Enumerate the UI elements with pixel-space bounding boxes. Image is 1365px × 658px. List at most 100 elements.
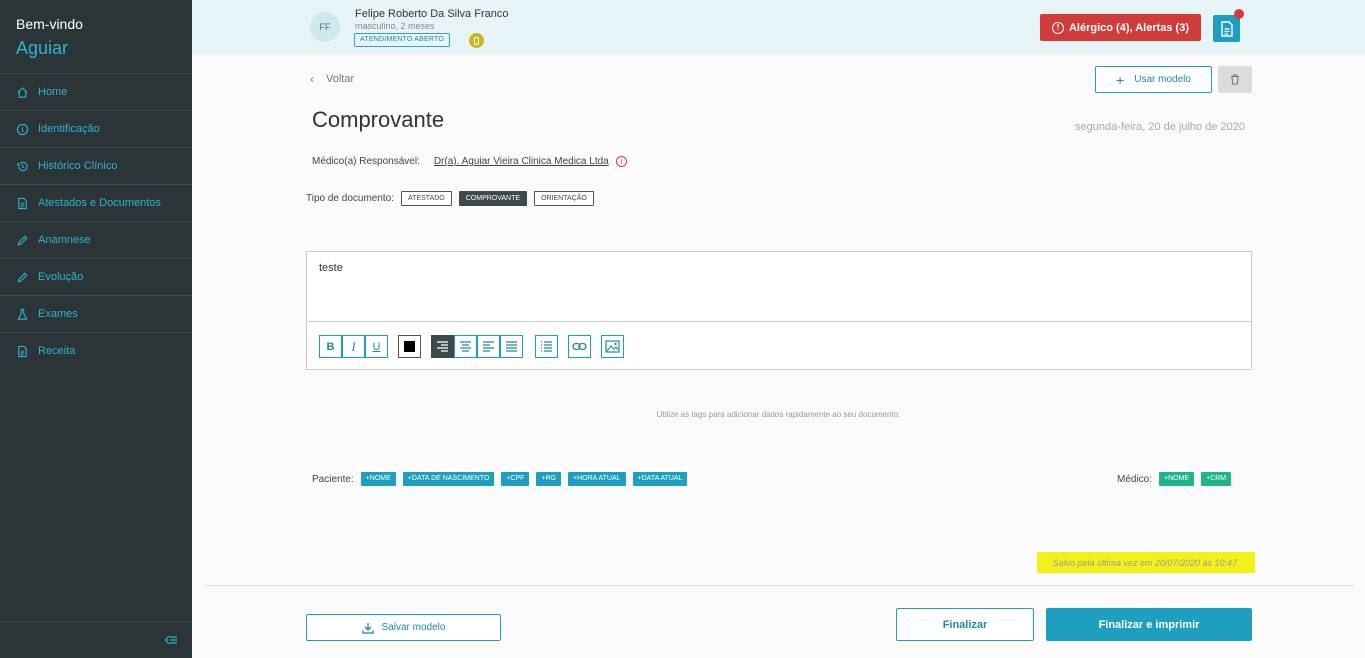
sidebar-item-label: Histórico Clínico <box>38 160 118 172</box>
italic-button[interactable]: I <box>342 335 365 358</box>
image-icon <box>605 340 620 353</box>
allergy-alerts-button[interactable]: ! Alérgico (4), Alertas (3) <box>1040 14 1201 41</box>
document-type-label: Tipo de documento: <box>306 193 395 204</box>
sidebar-nav: Home Identificação Histórico Clínico Ate… <box>0 73 192 369</box>
sidebar-item-historico[interactable]: Histórico Clínico <box>0 147 192 184</box>
align-right-button[interactable] <box>431 335 454 358</box>
back-label: Voltar <box>326 73 355 85</box>
tag-rg[interactable]: +RG <box>536 472 561 486</box>
sidebar: Bem-vindo Aguiar Home Identificação Hist… <box>0 0 192 658</box>
tag-current-time[interactable]: +HORA ATUAL <box>567 472 626 486</box>
finalize-button[interactable]: Finalizar <box>896 608 1034 641</box>
document-icon <box>18 197 27 209</box>
finalize-print-button[interactable]: Finalizar e imprimir <box>1046 608 1252 641</box>
pencil-icon <box>17 235 28 245</box>
chevron-left-icon: ‹ <box>310 72 314 86</box>
document-type-selector: Tipo de documento: ATESTADO COMPROVANTE … <box>306 191 594 206</box>
document-icon <box>1220 20 1233 37</box>
save-model-label: Salvar modelo <box>381 622 446 633</box>
tag-cpf[interactable]: +CPF <box>501 472 530 486</box>
type-chip-comprovante[interactable]: COMPROVANTE <box>458 191 528 206</box>
download-icon <box>361 622 374 634</box>
doctor-tags: Médico: +NOME +CRM <box>1117 472 1232 486</box>
sidebar-item-anamnese[interactable]: Anamnese <box>0 221 192 258</box>
bold-button[interactable]: B <box>319 335 342 358</box>
status-badge: ATENDIMENTO ABERTO <box>354 33 450 47</box>
sidebar-item-exames[interactable]: Exames <box>0 295 192 332</box>
tag-crm[interactable]: +CRM <box>1201 472 1232 486</box>
documents-button[interactable] <box>1213 15 1240 42</box>
editor-content[interactable]: teste <box>319 262 343 274</box>
patient-name: Felipe Roberto Da Silva Franco <box>355 8 509 20</box>
image-button[interactable] <box>601 335 624 358</box>
type-chip-orientacao[interactable]: ORIENTAÇÃO <box>534 191 594 206</box>
editor-toolbar: B I U <box>307 321 1251 369</box>
info-icon[interactable]: i <box>615 156 627 167</box>
link-icon <box>572 342 587 351</box>
sidebar-item-atestados[interactable]: Atestados e Documentos <box>0 184 192 221</box>
patient-header: FF Felipe Roberto Da Silva Franco mascul… <box>192 0 1365 55</box>
sidebar-item-label: Anamnese <box>38 234 91 246</box>
tags-hint: Utilize as tags para adicionar dados rap… <box>656 410 901 419</box>
sidebar-item-receita[interactable]: Receita <box>0 332 192 369</box>
home-icon <box>17 86 28 98</box>
last-saved-text: Salvo pela última vez em 20/07/2020 às 1… <box>1037 552 1255 573</box>
sidebar-item-label: Exames <box>38 308 78 320</box>
tag-current-date[interactable]: +DATA ATUAL <box>632 472 688 486</box>
list-button[interactable] <box>535 335 558 358</box>
patient-tags-label: Paciente: <box>312 473 354 485</box>
welcome-text: Bem-vindo <box>16 16 83 32</box>
plus-icon: + <box>1116 71 1125 88</box>
document-icon <box>18 345 27 357</box>
justify-button[interactable] <box>500 335 523 358</box>
document-date: segunda-feira, 20 de julho de 2020 <box>1074 121 1245 133</box>
doctor-tags-label: Médico: <box>1117 473 1153 485</box>
link-button[interactable] <box>568 335 591 358</box>
use-model-button[interactable]: + Usar modelo <box>1095 66 1212 93</box>
delete-button[interactable] <box>1218 66 1252 93</box>
align-center-button[interactable] <box>454 335 477 358</box>
doctor-link[interactable]: Dr(a). Aguiar Vieira Clinica Medica Ltda <box>434 156 609 167</box>
align-center-icon <box>460 341 471 352</box>
save-model-button[interactable]: Salvar modelo <box>306 614 501 641</box>
type-chip-atestado[interactable]: ATESTADO <box>401 191 452 206</box>
sidebar-item-label: Home <box>38 86 68 98</box>
page-title: Comprovante <box>312 107 445 132</box>
sidebar-item-label: Identificação <box>38 123 100 135</box>
back-button[interactable]: ‹ Voltar <box>310 72 354 86</box>
color-swatch-icon <box>404 341 415 352</box>
sidebar-item-home[interactable]: Home <box>0 73 192 110</box>
alert-label: Alérgico (4), Alertas (3) <box>1068 21 1189 34</box>
user-name: Aguiar <box>16 38 69 58</box>
trash-icon <box>1231 74 1239 85</box>
align-right-icon <box>437 341 448 352</box>
sidebar-item-label: Receita <box>38 345 76 357</box>
info-icon <box>16 123 29 135</box>
coin-icon <box>469 33 484 48</box>
tag-birth-date[interactable]: +DATA DE NASCIMENTO <box>402 472 495 486</box>
pencil-icon <box>17 272 28 282</box>
footer-divider <box>204 585 1354 586</box>
warning-icon: ! <box>1051 21 1064 34</box>
sidebar-divider <box>0 621 192 622</box>
tag-patient-name[interactable]: +NOME <box>360 472 396 486</box>
text-editor[interactable]: teste B I U <box>306 251 1252 370</box>
align-left-icon <box>483 341 494 352</box>
history-icon <box>17 161 28 171</box>
collapse-sidebar-icon[interactable] <box>164 634 178 646</box>
underline-button[interactable]: U <box>365 335 388 358</box>
text-color-button[interactable] <box>398 335 421 358</box>
justify-icon <box>506 341 517 352</box>
patient-info: masculino, 2 meses <box>355 21 435 31</box>
sidebar-item-label: Evolução <box>38 271 84 283</box>
patient-tags: Paciente: +NOME +DATA DE NASCIMENTO +CPF… <box>312 472 688 486</box>
sidebar-item-identificacao[interactable]: Identificação <box>0 110 192 147</box>
sidebar-item-label: Atestados e Documentos <box>38 197 161 209</box>
align-left-button[interactable] <box>477 335 500 358</box>
sidebar-item-evolucao[interactable]: Evolução <box>0 258 192 295</box>
flask-icon <box>17 308 28 320</box>
doctor-label: Médico(a) Responsável: <box>312 156 420 167</box>
tag-doctor-name[interactable]: +NOME <box>1159 472 1195 486</box>
use-model-label: Usar modelo <box>1134 74 1191 85</box>
avatar: FF <box>310 12 340 42</box>
